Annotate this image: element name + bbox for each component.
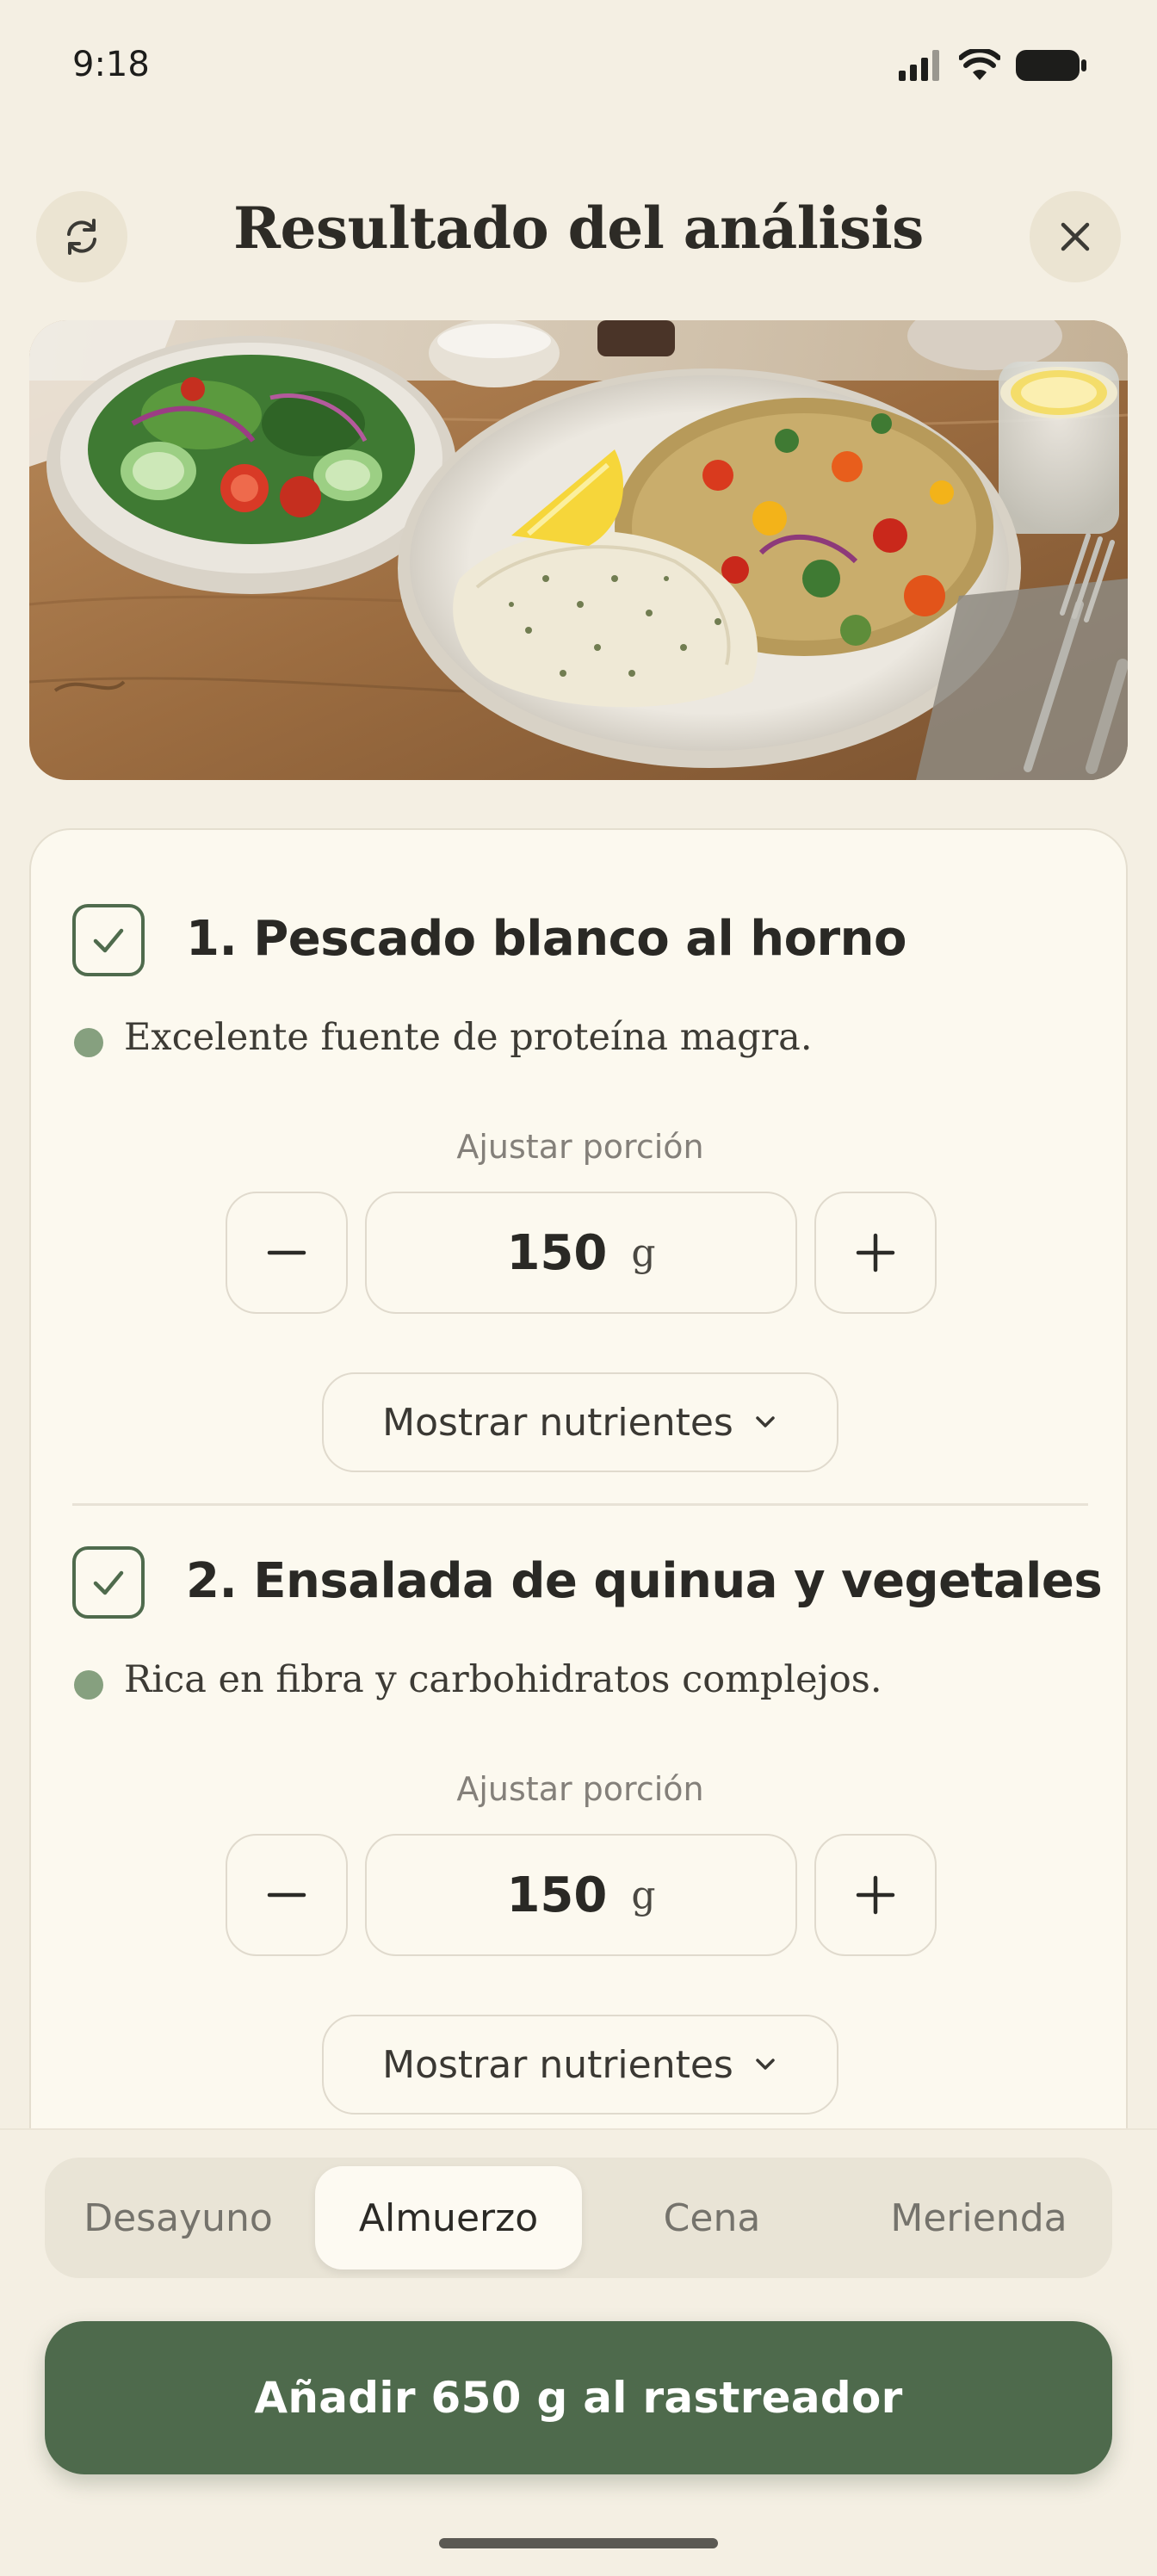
- status-dot: [74, 1670, 103, 1700]
- decrease-button[interactable]: [226, 1834, 348, 1956]
- close-button[interactable]: [1030, 191, 1121, 282]
- show-nutrients-label: Mostrar nutrientes: [382, 1400, 733, 1445]
- quantity-unit: g: [631, 1230, 656, 1275]
- status-time: 9:18: [72, 45, 150, 84]
- signal-icon: [899, 50, 939, 81]
- food-name: 1. Pescado blanco al horno: [186, 911, 907, 967]
- food-description: Excelente fuente de proteína magra.: [124, 1016, 813, 1059]
- check-icon: [93, 1570, 124, 1595]
- analysis-card: 1. Pescado blanco al horno Excelente fue…: [29, 828, 1128, 2206]
- chevron-down-icon: [756, 2059, 775, 2070]
- item-checkbox[interactable]: [72, 1546, 145, 1619]
- meal-type-selector: Desayuno Almuerzo Cena Merienda: [45, 2158, 1112, 2278]
- item-divider: [72, 1503, 1088, 1506]
- meal-photo: [29, 320, 1128, 780]
- decrease-button[interactable]: [226, 1192, 348, 1314]
- screen: 9:18 Resultado del análisis 1. Pescado b…: [0, 0, 1157, 2576]
- minus-icon: [267, 1250, 306, 1255]
- minus-icon: [267, 1892, 306, 1898]
- food-name: 2. Ensalada de quinua y vegetales: [186, 1553, 1103, 1609]
- wifi-icon: [959, 49, 1000, 80]
- plus-icon: [856, 1233, 895, 1273]
- portion-label: Ajustar porción: [456, 1128, 704, 1166]
- quantity-value: 150: [506, 1867, 608, 1923]
- battery-icon: [1016, 50, 1086, 81]
- meal-tab-merienda[interactable]: Merienda: [845, 2158, 1112, 2278]
- status-dot: [74, 1028, 103, 1057]
- increase-button[interactable]: [814, 1192, 937, 1314]
- show-nutrients-button[interactable]: Mostrar nutrientes: [322, 1372, 838, 1472]
- add-to-tracker-button[interactable]: Añadir 650 g al rastreador: [45, 2321, 1112, 2474]
- portion-label: Ajustar porción: [456, 1770, 704, 1808]
- increase-button[interactable]: [814, 1834, 937, 1956]
- check-icon: [93, 928, 124, 953]
- quantity-unit: g: [631, 1873, 656, 1917]
- quantity-field[interactable]: 150 g: [365, 1192, 797, 1314]
- quantity-value: 150: [506, 1224, 608, 1281]
- show-nutrients-label: Mostrar nutrientes: [382, 2042, 733, 2087]
- bottom-panel: Desayuno Almuerzo Cena Merienda Añadir 6…: [0, 2128, 1157, 2576]
- meal-tab-almuerzo[interactable]: Almuerzo: [315, 2166, 582, 2269]
- refresh-button[interactable]: [36, 191, 127, 282]
- status-bar: 9:18: [0, 0, 1157, 129]
- refresh-icon: [67, 219, 96, 255]
- page-title: Resultado del análisis: [233, 195, 924, 262]
- plus-icon: [856, 1875, 895, 1915]
- show-nutrients-button[interactable]: Mostrar nutrientes: [322, 2015, 838, 2115]
- meal-tab-desayuno[interactable]: Desayuno: [45, 2158, 312, 2278]
- quantity-field[interactable]: 150 g: [365, 1834, 797, 1956]
- home-indicator[interactable]: [439, 2538, 718, 2548]
- chevron-down-icon: [756, 1416, 775, 1427]
- meal-tab-cena[interactable]: Cena: [578, 2158, 845, 2278]
- status-icons: [899, 48, 1086, 83]
- item-checkbox[interactable]: [72, 904, 145, 976]
- add-to-tracker-label: Añadir 650 g al rastreador: [254, 2373, 903, 2423]
- close-icon: [1061, 222, 1090, 251]
- food-description: Rica en fibra y carbohidratos complejos.: [124, 1658, 882, 1701]
